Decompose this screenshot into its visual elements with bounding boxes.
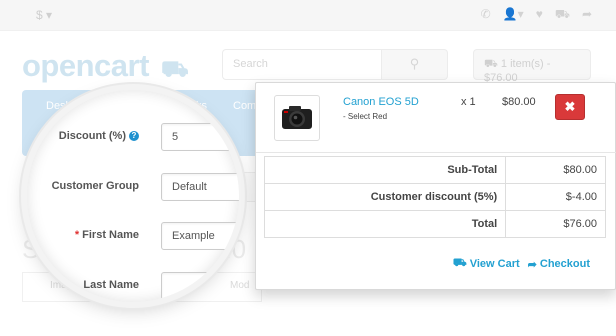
product-option: - Select Red (343, 112, 388, 121)
close-icon: ✖ (564, 99, 576, 114)
table-row: Sub-Total $80.00 (263, 156, 606, 184)
last-name-label: Last Name (83, 279, 139, 291)
last-name-input[interactable] (161, 272, 239, 300)
share-icon: ➦ (527, 258, 537, 271)
discount-input[interactable]: 5 (161, 123, 239, 151)
discount-row: Discount (%)? 5 (27, 121, 239, 153)
user-icon[interactable]: 👤▾ (503, 7, 524, 23)
cart-actions: ⛟ View Cart ➦ Checkout (453, 257, 590, 271)
help-icon[interactable]: ? (129, 131, 139, 141)
required-asterisk: * (74, 229, 80, 241)
remove-item-button[interactable]: ✖ (555, 94, 585, 120)
customer-group-label: Customer Group (51, 180, 139, 192)
cart-totals-table: Sub-Total $80.00 Customer discount (5%) … (263, 156, 606, 238)
product-quantity: x 1 (461, 96, 476, 108)
discount-label: Discount (%)? (59, 130, 139, 142)
search-icon: ⚲ (409, 56, 420, 71)
magnifier-lens: Discount (%)? 5 Customer Group Default *… (27, 90, 239, 302)
last-name-row: Last Name (27, 270, 239, 302)
store-logo[interactable]: opencart ⛟ (22, 48, 189, 85)
table-row: Total $76.00 (263, 210, 606, 238)
product-price: $80.00 (502, 96, 536, 108)
first-name-input[interactable]: Example (161, 222, 239, 250)
checkout-link[interactable]: ➦ Checkout (528, 257, 590, 271)
cart-icon[interactable]: ⛟ (555, 7, 570, 23)
first-name-row: * First Name Example (27, 220, 239, 252)
customer-group-select[interactable]: Default (161, 173, 239, 201)
menu-item-books[interactable]: ks (196, 100, 207, 112)
menu-item-components[interactable]: Com (233, 100, 256, 112)
table-row: Customer discount (5%) $-4.00 (263, 183, 606, 211)
cart-icon: ⛟ (452, 257, 467, 269)
product-thumbnail[interactable] (274, 95, 320, 141)
phone-icon[interactable]: ✆ (481, 7, 491, 23)
share-icon[interactable]: ➦ (582, 7, 592, 23)
discount-total-value: $-4.00 (505, 183, 606, 211)
heart-icon[interactable]: ♥ (536, 7, 543, 23)
camera-image (282, 106, 312, 129)
total-label: Total (263, 210, 507, 238)
search-input[interactable]: Search (222, 49, 382, 80)
cart-dropdown: Canon EOS 5D - Select Red x 1 $80.00 ✖ S… (255, 82, 616, 290)
subtotal-label: Sub-Total (263, 156, 507, 184)
search-button[interactable]: ⚲ (382, 49, 448, 80)
top-bar: $ ▾ ✆ 👤▾ ♥ ⛟ ➦ (0, 0, 616, 31)
currency-symbol: $ (36, 8, 43, 22)
currency-dropdown[interactable]: $ ▾ (36, 8, 52, 22)
cart-product-row: Canon EOS 5D - Select Red x 1 $80.00 ✖ (256, 83, 616, 153)
customer-group-row: Customer Group Default (27, 171, 239, 203)
product-name-link[interactable]: Canon EOS 5D (343, 96, 419, 108)
view-cart-link[interactable]: ⛟ View Cart (453, 257, 520, 271)
cart-icon: ⛟ (484, 58, 501, 70)
first-name-label: * First Name (74, 229, 139, 241)
top-icons: ✆ 👤▾ ♥ ⛟ ➦ (481, 7, 592, 23)
subtotal-value: $80.00 (505, 156, 606, 184)
header-cart-button[interactable]: ⛟ 1 item(s) - $76.00 (473, 49, 591, 84)
logo-cart-icon: ⛟ (161, 56, 189, 81)
discount-total-label: Customer discount (5%) (263, 183, 507, 211)
total-value: $76.00 (505, 210, 606, 238)
logo-text: opencart (22, 48, 149, 83)
chevron-down-icon: ▾ (46, 8, 53, 22)
